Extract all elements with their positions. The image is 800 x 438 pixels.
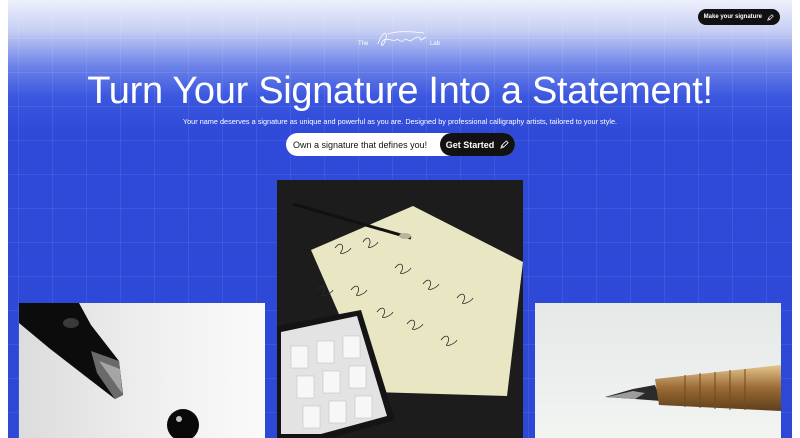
hero-cta-bar: Own a signature that defines you! Get St…: [286, 133, 515, 156]
logo-suffix: Lab: [430, 41, 441, 47]
signature-script-logo: [377, 31, 427, 46]
pencil-icon: [767, 13, 774, 21]
get-started-label: Get Started: [445, 139, 495, 150]
hero-cta-text: Own a signature that defines you!: [293, 139, 428, 150]
signature-practice-sheet-tablet-photo: [277, 180, 523, 438]
make-signature-label: Make your signature: [703, 14, 762, 20]
hero-title: Turn Your Signature Into a Statement!: [87, 70, 713, 112]
fountain-pen-ink-drop-photo: [19, 303, 265, 438]
site-logo[interactable]: The Lab: [358, 28, 458, 54]
pencil-icon: [500, 140, 509, 149]
gold-fountain-pen-photo: [535, 303, 781, 438]
hero-section: Make your signature The Lab Turn Your Si…: [8, 0, 792, 438]
get-started-button[interactable]: Get Started: [440, 133, 515, 156]
make-signature-button[interactable]: Make your signature: [697, 9, 780, 25]
hero-subtitle: Your name deserves a signature as unique…: [182, 117, 618, 126]
logo-prefix: The: [358, 41, 369, 47]
